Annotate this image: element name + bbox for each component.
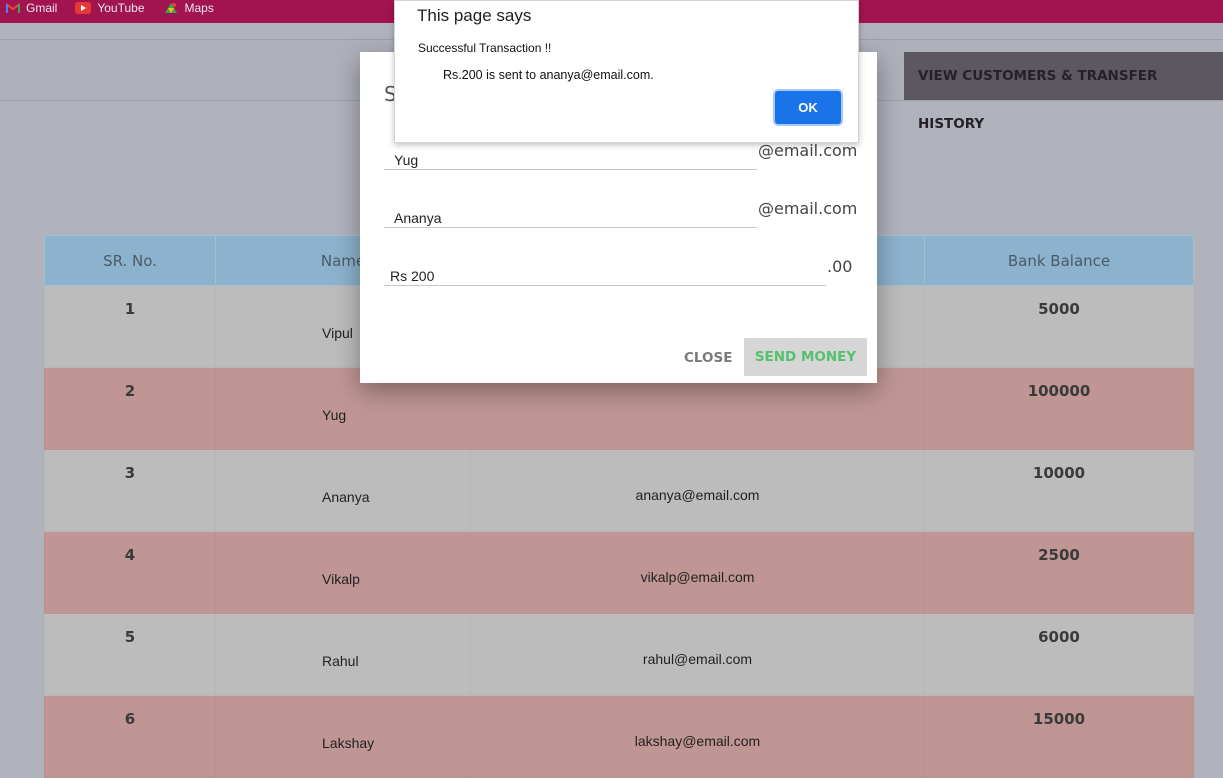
table-row[interactable]: 6 Lakshay lakshay@email.com 15000 <box>44 695 1194 778</box>
amount-value: Rs 200 <box>390 268 435 284</box>
cell-sr: 6 <box>44 695 216 778</box>
bookmark-label: Gmail <box>26 0 58 15</box>
youtube-icon <box>75 1 92 14</box>
cell-balance: 100000 <box>924 367 1194 450</box>
cell-name: Lakshay <box>215 695 471 778</box>
table-row[interactable]: 3 Ananya ananya@email.com 10000 <box>44 449 1194 532</box>
cell-balance: 6000 <box>924 613 1194 696</box>
cell-balance: 15000 <box>924 695 1194 778</box>
cell-balance: 5000 <box>924 285 1194 368</box>
bookmark-label: Maps <box>184 0 214 15</box>
bookmark-youtube[interactable]: YouTube <box>75 0 145 15</box>
cell-sr: 3 <box>44 449 216 532</box>
send-money-button[interactable]: SEND MONEY <box>744 338 867 376</box>
cell-sr: 4 <box>44 531 216 614</box>
sender-email-suffix: @email.com <box>758 141 858 160</box>
alert-message-line2: Rs.200 is sent to ananya@email.com. <box>443 68 654 82</box>
receiver-field[interactable]: Ananya <box>384 203 757 228</box>
sender-field[interactable]: Yug <box>384 145 757 170</box>
alert-message-line1: Successful Transaction !! <box>418 41 552 55</box>
gmail-icon <box>6 2 20 13</box>
cell-email: lakshay@email.com <box>470 695 925 778</box>
header-bank-balance: Bank Balance <box>924 235 1194 286</box>
bookmark-gmail[interactable]: Gmail <box>6 1 57 15</box>
table-row[interactable]: 5 Rahul rahul@email.com 6000 <box>44 613 1194 696</box>
maps-icon <box>164 2 177 13</box>
ok-button[interactable]: OK <box>775 91 841 124</box>
cell-sr: 2 <box>44 367 216 450</box>
cell-balance: 10000 <box>924 449 1194 532</box>
header-sr-no: SR. No. <box>44 235 216 286</box>
sender-value: Yug <box>394 152 419 168</box>
bookmark-maps[interactable]: Maps <box>163 1 214 15</box>
receiver-value: Ananya <box>394 210 442 226</box>
alert-dialog: This page says Successful Transaction !!… <box>394 0 859 143</box>
cell-email: ananya@email.com <box>470 449 925 532</box>
cell-name: Rahul <box>215 613 471 696</box>
close-button[interactable]: CLOSE <box>678 340 738 376</box>
cell-sr: 1 <box>44 285 216 368</box>
amount-suffix: .00 <box>827 257 853 276</box>
table-row[interactable]: 4 Vikalp vikalp@email.com 2500 <box>44 531 1194 614</box>
alert-title: This page says <box>417 6 532 25</box>
receiver-email-suffix: @email.com <box>758 199 858 218</box>
bookmark-label: YouTube <box>97 0 145 15</box>
cell-balance: 2500 <box>924 531 1194 614</box>
amount-field[interactable]: Rs 200 <box>384 261 826 286</box>
cell-sr: 5 <box>44 613 216 696</box>
nav-link-view-customers[interactable]: VIEW CUSTOMERS & TRANSFER HISTORY <box>904 52 1223 132</box>
cell-email: rahul@email.com <box>470 613 925 696</box>
cell-email: vikalp@email.com <box>470 531 925 614</box>
cell-name: Ananya <box>215 449 471 532</box>
cell-name: Vikalp <box>215 531 471 614</box>
